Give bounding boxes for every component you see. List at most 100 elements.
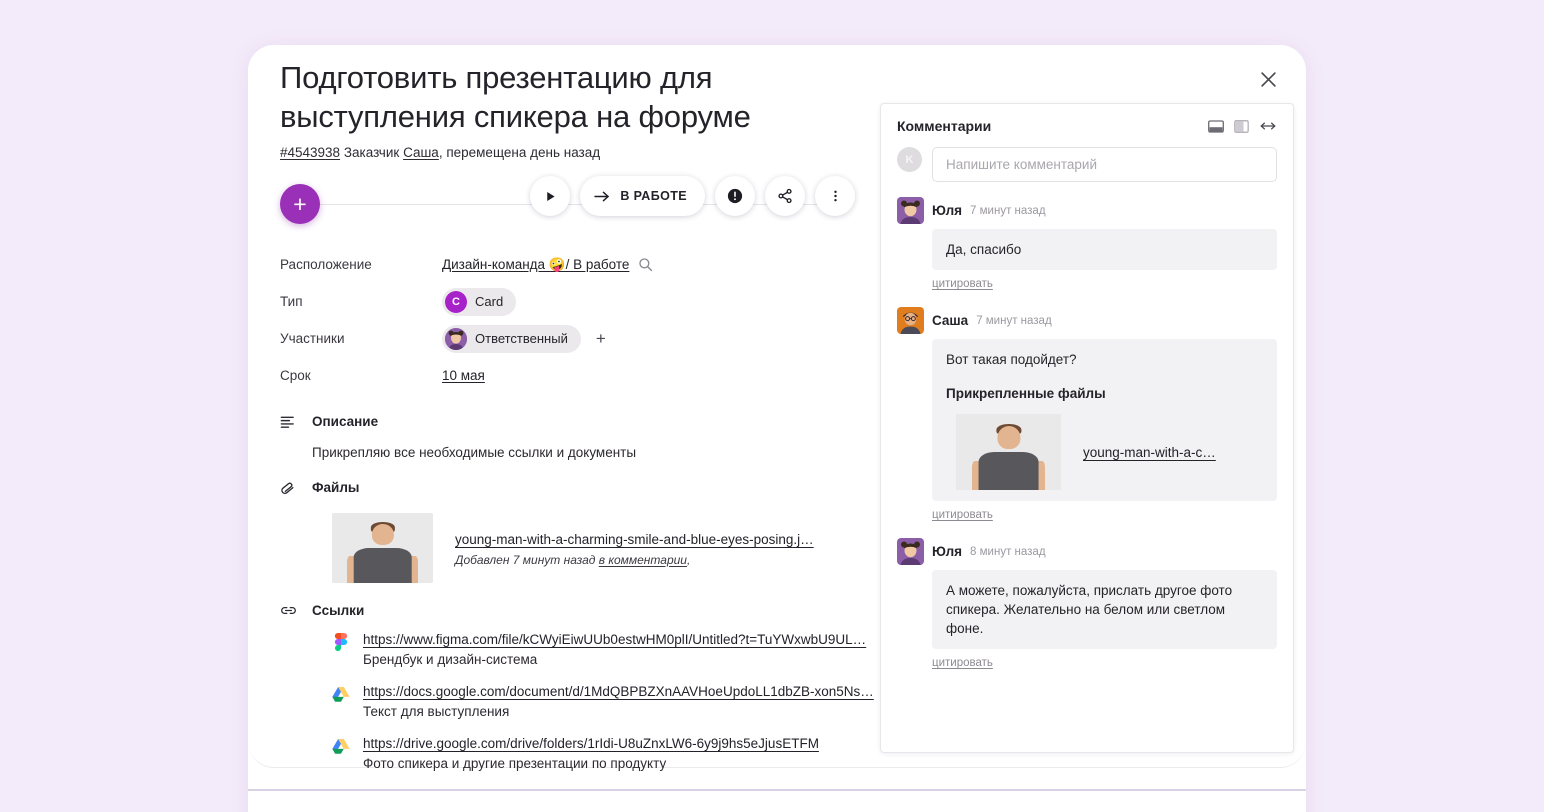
comment-text: Вот такая подойдет? <box>946 352 1077 367</box>
task-detail-card: Подготовить презентацию для выступления … <box>248 45 1306 812</box>
google-drive-icon <box>332 686 350 702</box>
more-vertical-icon <box>833 190 837 202</box>
priority-button[interactable] <box>715 176 755 216</box>
section-title: Ссылки <box>312 603 365 618</box>
comment-author: Саша <box>932 313 969 328</box>
property-row-participants: Участники Ответственный + <box>280 320 878 357</box>
links-section: Ссылки https://www.figma.com/file/kCWyiE… <box>280 603 878 788</box>
file-meta-text: Добавлен 7 минут назад в комментарии, <box>455 553 814 567</box>
link-url[interactable]: https://drive.google.com/drive/folders/1… <box>363 736 819 751</box>
participant-chip[interactable]: Ответственный <box>442 324 581 353</box>
property-row-location: Расположение Дизайн-команда 🤪/ В работе <box>280 246 878 283</box>
link-description: Брендбук и дизайн-система <box>363 652 538 667</box>
comment-attachment[interactable]: young-man-with-a-c… <box>946 414 1263 490</box>
link-url[interactable]: https://docs.google.com/document/d/1MdQB… <box>363 684 874 699</box>
figma-icon <box>334 633 348 651</box>
resize-horizontal-icon[interactable] <box>1259 121 1277 131</box>
due-date-value[interactable]: 10 мая <box>442 368 485 383</box>
attachment-name-link[interactable]: young-man-with-a-c… <box>1083 443 1216 462</box>
avatar <box>445 327 467 350</box>
share-icon <box>778 188 792 204</box>
participant-chip-label: Ответственный <box>475 331 568 346</box>
link-item[interactable]: https://www.figma.com/file/kCWyiEiwUUb0e… <box>332 632 878 667</box>
quote-button[interactable]: цитировать <box>932 657 993 669</box>
panel-side-icon[interactable] <box>1234 119 1249 133</box>
description-section: Описание Прикрепляю все необходимые ссыл… <box>280 414 878 460</box>
panel-bottom-icon[interactable] <box>1208 119 1224 133</box>
status-label: В РАБОТЕ <box>620 189 687 203</box>
avatar <box>897 197 924 224</box>
location-value[interactable]: Дизайн-команда 🤪/ В работе <box>442 257 629 273</box>
file-added-suffix: , <box>686 552 691 567</box>
link-description: Фото спикера и другие презентации по про… <box>363 756 667 771</box>
avatar <box>897 307 924 334</box>
section-title: Описание <box>312 414 379 429</box>
type-chip[interactable]: C Card <box>442 287 517 316</box>
comments-panel: Комментарии K Напишите комментарий Юля 7… <box>880 103 1294 753</box>
comment-text: А можете, пожалуйста, прислать другое фо… <box>932 570 1277 649</box>
quote-button[interactable]: цитировать <box>932 278 993 290</box>
play-button[interactable] <box>530 176 571 216</box>
screen: Подготовить презентацию для выступления … <box>0 0 1544 812</box>
link-item[interactable]: https://docs.google.com/document/d/1MdQB… <box>332 684 878 719</box>
customer-name[interactable]: Саша <box>403 145 439 160</box>
properties-list: Расположение Дизайн-команда 🤪/ В работе … <box>280 246 878 394</box>
moved-text: , перемещена день назад <box>438 145 601 160</box>
comment-compose-row: K <box>897 147 1277 182</box>
quote-button[interactable]: цитировать <box>932 509 993 521</box>
status-button[interactable]: В РАБОТЕ <box>580 176 705 216</box>
toolbar-actions: В РАБОТЕ <box>530 176 855 216</box>
play-icon <box>547 191 555 201</box>
link-item[interactable]: https://drive.google.com/drive/folders/1… <box>332 736 878 771</box>
exclamation-circle-icon <box>727 188 743 204</box>
file-comment-link[interactable]: в комментарии <box>599 553 687 567</box>
comment-time: 7 минут назад <box>976 314 1052 327</box>
comments-title: Комментарии <box>897 118 992 134</box>
description-text: Прикрепляю все необходимые ссылки и доку… <box>312 445 637 460</box>
close-icon[interactable] <box>1252 63 1284 95</box>
task-meta: #4543938 Заказчик Саша, перемещена день … <box>280 145 878 160</box>
text-lines-icon <box>280 414 312 460</box>
person-photo <box>332 513 433 583</box>
comment-text: Да, спасибо <box>932 229 1277 270</box>
avatar: K <box>897 147 922 172</box>
page-title: Подготовить презентацию для выступления … <box>280 60 751 134</box>
search-icon[interactable] <box>638 257 653 272</box>
person-photo <box>956 414 1061 490</box>
add-participant-button[interactable]: + <box>590 328 612 350</box>
comment-author: Юля <box>932 544 963 559</box>
file-name-link[interactable]: young-man-with-a-charming-smile-and-blue… <box>455 532 814 547</box>
property-row-due: Срок 10 мая <box>280 357 878 394</box>
file-thumbnail[interactable] <box>332 513 433 583</box>
type-chip-label: Card <box>475 294 504 309</box>
files-section: Файлы young-man-with-a-charming-smile-an… <box>280 480 878 583</box>
link-url[interactable]: https://www.figma.com/file/kCWyiEiwUUb0e… <box>363 632 866 647</box>
task-main-column: Подготовить презентацию для выступления … <box>248 45 878 771</box>
type-avatar: C <box>445 290 467 313</box>
comment-item: Юля 7 минут назад Да, спасибо цитировать <box>897 197 1277 292</box>
comment-body: Вот такая подойдет? Прикрепленные файлы … <box>932 339 1277 501</box>
attachments-title: Прикрепленные файлы <box>946 386 1106 401</box>
task-id[interactable]: #4543938 <box>280 145 340 160</box>
property-label: Тип <box>280 294 303 309</box>
action-toolbar: + В РАБОТЕ <box>280 176 865 232</box>
comments-view-controls <box>1208 119 1277 133</box>
file-added-prefix: Добавлен 7 минут назад <box>455 552 599 567</box>
attachment-thumbnail[interactable] <box>956 414 1061 490</box>
link-description: Текст для выступления <box>363 704 510 719</box>
add-button[interactable]: + <box>280 184 320 224</box>
file-item[interactable]: young-man-with-a-charming-smile-and-blue… <box>312 513 878 583</box>
comment-item: Юля 8 минут назад А можете, пожалуйста, … <box>897 538 1277 671</box>
property-label: Расположение <box>280 257 372 272</box>
comment-item: Саша 7 минут назад Вот такая подойдет? П… <box>897 307 1277 523</box>
more-button[interactable] <box>815 176 855 216</box>
comment-input[interactable] <box>932 147 1277 182</box>
share-button[interactable] <box>765 176 805 216</box>
comment-author: Юля <box>932 203 963 218</box>
avatar <box>897 538 924 565</box>
property-row-type: Тип C Card <box>280 283 878 320</box>
paperclip-icon <box>280 480 312 583</box>
comment-time: 8 минут назад <box>970 545 1046 558</box>
property-label: Срок <box>280 368 311 383</box>
property-label: Участники <box>280 331 345 346</box>
